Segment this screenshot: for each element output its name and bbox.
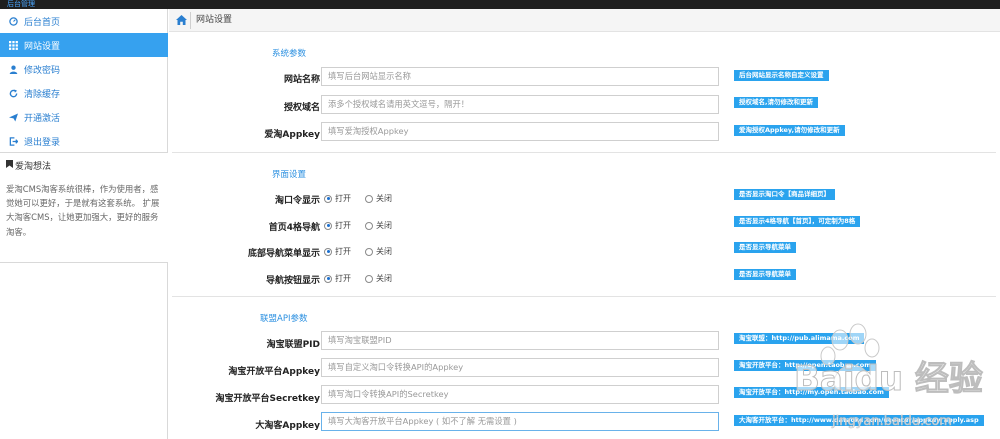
footer-nav-radio-group: 打开 关闭 <box>324 246 406 257</box>
top-bar: 后台管理 <box>0 0 1000 9</box>
app-title: 后台管理 <box>7 0 35 8</box>
sidebar-item-change-password[interactable]: 修改密码 <box>0 57 168 81</box>
auth-domain-label: 授权域名 <box>283 103 320 113</box>
radio-off[interactable] <box>365 221 373 230</box>
send-icon <box>8 112 18 122</box>
breadcrumb: 网站设置 <box>169 9 1000 32</box>
kouling-radio-group: 打开 关闭 <box>324 193 406 204</box>
sidebar-item-logout[interactable]: 退出登录 <box>0 129 168 153</box>
radio-off-label: 关闭 <box>376 221 392 230</box>
section-divider <box>172 152 996 153</box>
sidebar-item-label: 网站设置 <box>24 41 61 52</box>
nav-button-radio-group: 打开 关闭 <box>324 273 406 284</box>
radio-on[interactable] <box>324 221 332 230</box>
nav-button-hint: 是否显示导航菜单 <box>734 269 796 280</box>
footer-nav-hint: 是否显示导航菜单 <box>734 242 796 253</box>
section-title-ui: 界面设置 <box>272 170 307 180</box>
radio-off[interactable] <box>365 274 373 283</box>
radio-on-label: 打开 <box>335 221 351 230</box>
dashboard-icon <box>8 16 18 26</box>
breadcrumb-separator <box>190 12 191 29</box>
radio-off-label: 关闭 <box>376 247 392 256</box>
radio-off[interactable] <box>365 194 373 203</box>
radio-off-label: 关闭 <box>376 274 392 283</box>
open-secret-input[interactable]: 填写淘口令转换API的Secretkey <box>321 385 719 404</box>
site-name-hint: 后台网站显示名称自定义设置 <box>734 70 829 81</box>
sidebar-item-clear-cache[interactable]: 清除缓存 <box>0 81 168 105</box>
pid-label: 淘宝联盟PID <box>266 340 320 350</box>
appkey-hint: 爱淘授权Appkey,请勿修改和更新 <box>734 125 845 136</box>
radio-on-label: 打开 <box>335 194 351 203</box>
bookmark-icon <box>6 160 13 171</box>
kouling-hint: 是否显示淘口令【商品详细页】 <box>734 189 835 200</box>
section-title-api: 联盟API参数 <box>260 314 308 324</box>
refresh-icon <box>8 88 18 98</box>
pid-input[interactable]: 填写淘宝联盟PID <box>321 331 719 350</box>
radio-label: 底部导航菜单显示 <box>247 249 320 259</box>
open-appkey-label: 淘宝开放平台Appkey <box>228 367 320 377</box>
open-appkey-hint: 淘宝开放平台：http://open.taobao.com <box>734 360 876 371</box>
radio-on[interactable] <box>324 274 332 283</box>
sidebar-item-label: 退出登录 <box>24 137 61 148</box>
sidebar-item-label: 清除缓存 <box>24 89 61 100</box>
sidebar-item-site-settings[interactable]: 网站设置 <box>0 33 168 57</box>
radio-on-label: 打开 <box>335 274 351 283</box>
appkey-label: 爱淘Appkey <box>264 130 320 140</box>
sidebar-item-label: 修改密码 <box>24 65 61 76</box>
home-nav-hint: 是否显示4格导航【首页】，可定制为8格 <box>734 216 861 227</box>
notice-panel: 爱淘想法 爱淘CMS淘客系统很棒，作为使用者，感觉她可以更好，于是就有这套系统。… <box>0 152 168 263</box>
site-name-label: 网站名称 <box>283 75 320 85</box>
dtk-appkey-hint: 大淘客开放平台：http://www.dataoke.com/ucenter/a… <box>734 415 984 426</box>
home-nav-radio-group: 打开 关闭 <box>324 220 406 231</box>
open-secret-hint: 淘宝开放平台：http://my.open.taobao.com <box>734 387 889 398</box>
auth-domain-hint: 授权域名,请勿修改和更新 <box>734 97 818 108</box>
radio-on-label: 打开 <box>335 247 351 256</box>
sidebar-item-activate[interactable]: 开通激活 <box>0 105 168 129</box>
appkey-input[interactable]: 填写爱淘授权Appkey <box>321 122 719 141</box>
radio-on[interactable] <box>324 194 332 203</box>
radio-on[interactable] <box>324 247 332 256</box>
radio-label: 导航按钮显示 <box>265 276 320 286</box>
notice-title-text: 爱淘想法 <box>15 162 52 172</box>
notice-body: 爱淘CMS淘客系统很棒，作为使用者，感觉她可以更好，于是就有这套系统。 扩展大淘… <box>6 184 160 237</box>
open-secret-label: 淘宝开放平台Secretkey <box>215 394 320 404</box>
sidebar-item-label: 开通激活 <box>24 113 61 124</box>
sidebar-item-label: 后台首页 <box>24 17 61 28</box>
open-appkey-input[interactable]: 填写自定义淘口令转换API的Appkey <box>321 358 719 377</box>
radio-label: 淘口令显示 <box>274 196 320 206</box>
notice-title: 爱淘想法 <box>6 159 51 172</box>
section-divider <box>172 296 996 297</box>
radio-label: 首页4格导航 <box>268 223 320 233</box>
breadcrumb-current: 网站设置 <box>196 15 233 25</box>
auth-domain-input[interactable]: 添多个授权域名请用英文逗号，隔开！ <box>321 95 719 114</box>
user-icon <box>8 64 18 74</box>
logout-icon <box>8 136 18 146</box>
pid-hint: 淘宝联盟：http://pub.alimama.com <box>734 333 865 344</box>
sidebar: 后台首页 网站设置 修改密码 清除缓存 开通激活 退出登录 爱淘想法 爱淘CMS… <box>0 9 168 439</box>
radio-off-label: 关闭 <box>376 194 392 203</box>
section-title-system: 系统参数 <box>272 49 307 59</box>
sidebar-item-dashboard[interactable]: 后台首页 <box>0 9 168 33</box>
home-icon[interactable] <box>176 15 187 25</box>
dtk-appkey-label: 大淘客Appkey <box>255 421 320 431</box>
dtk-appkey-input[interactable]: 填写大淘客开放平台Appkey ( 如不了解 无需设置 ) <box>321 412 719 431</box>
grid-icon <box>8 40 18 50</box>
site-name-input[interactable]: 填写后台网站显示名称 <box>321 67 719 86</box>
radio-off[interactable] <box>365 247 373 256</box>
